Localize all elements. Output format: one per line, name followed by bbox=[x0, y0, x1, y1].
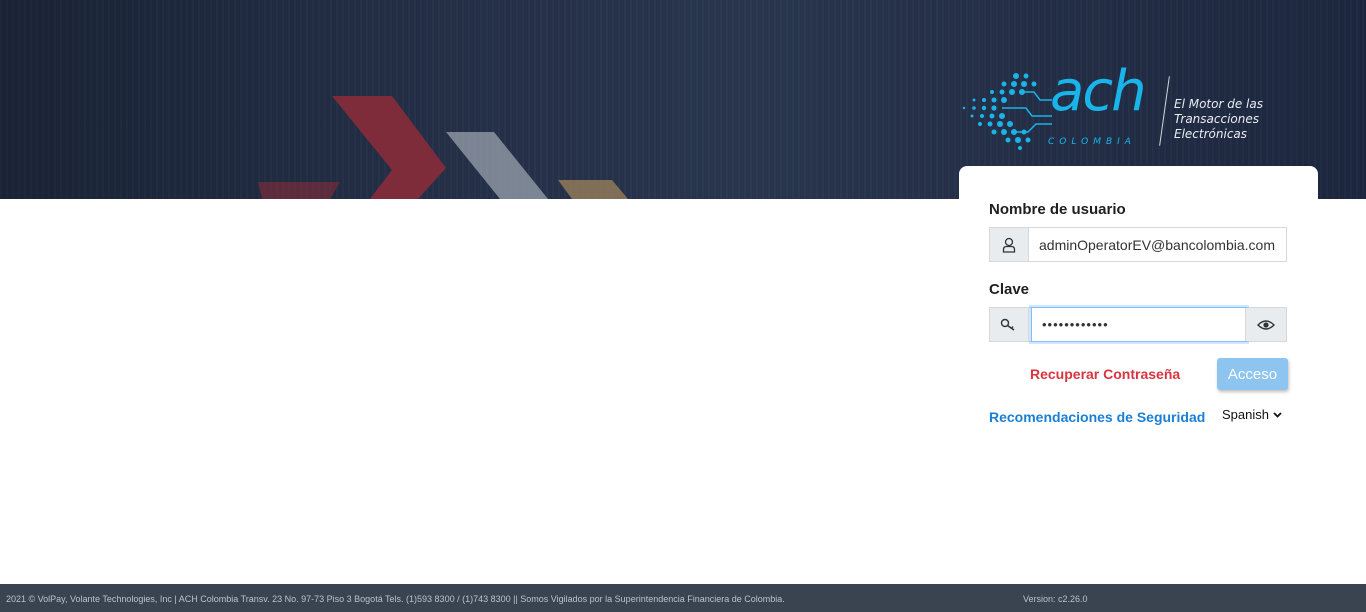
eye-icon[interactable] bbox=[1245, 308, 1286, 341]
language-select[interactable]: Spanish bbox=[1222, 407, 1282, 422]
tagline-line-1: El Motor de las bbox=[1174, 97, 1263, 111]
username-field[interactable] bbox=[1029, 228, 1287, 261]
login-card: Nombre de usuario Clave bbox=[959, 166, 1318, 466]
password-field[interactable] bbox=[1031, 307, 1247, 342]
key-icon bbox=[990, 308, 1029, 341]
tagline-line-2: Transacciones bbox=[1174, 112, 1260, 126]
footer-version: Version: c2.26.0 bbox=[1023, 594, 1088, 604]
user-icon bbox=[990, 228, 1029, 261]
tagline-line-3: Electrónicas bbox=[1174, 127, 1248, 141]
password-label: Clave bbox=[989, 281, 1030, 298]
ach-logo: ach COLOMBIA El Motor de las Transaccion… bbox=[956, 64, 1276, 152]
security-recommendations-link[interactable]: Recomendaciones de Seguridad bbox=[989, 409, 1205, 425]
logo-divider bbox=[1159, 76, 1170, 146]
dots-icon bbox=[962, 73, 1052, 150]
username-input-group bbox=[989, 227, 1287, 262]
recover-password-link[interactable]: Recuperar Contraseña bbox=[1030, 366, 1180, 382]
chevron-down-icon bbox=[1273, 411, 1282, 418]
logo-tagline: El Motor de las Transacciones Electrónic… bbox=[1174, 97, 1263, 142]
username-label: Nombre de usuario bbox=[989, 201, 1126, 218]
login-page: ach COLOMBIA El Motor de las Transaccion… bbox=[0, 0, 1366, 612]
language-value: Spanish bbox=[1222, 407, 1269, 422]
password-input-group bbox=[989, 307, 1287, 342]
footer-copyright: 2021 © VolPay, Volante Technologies, Inc… bbox=[6, 594, 785, 604]
logo-subtitle: COLOMBIA bbox=[1048, 137, 1136, 147]
login-button[interactable]: Acceso bbox=[1217, 358, 1288, 390]
footer: 2021 © VolPay, Volante Technologies, Inc… bbox=[0, 584, 1366, 612]
banner-chevron-graphic bbox=[258, 96, 628, 199]
logo-wordmark: ach bbox=[1050, 59, 1147, 124]
